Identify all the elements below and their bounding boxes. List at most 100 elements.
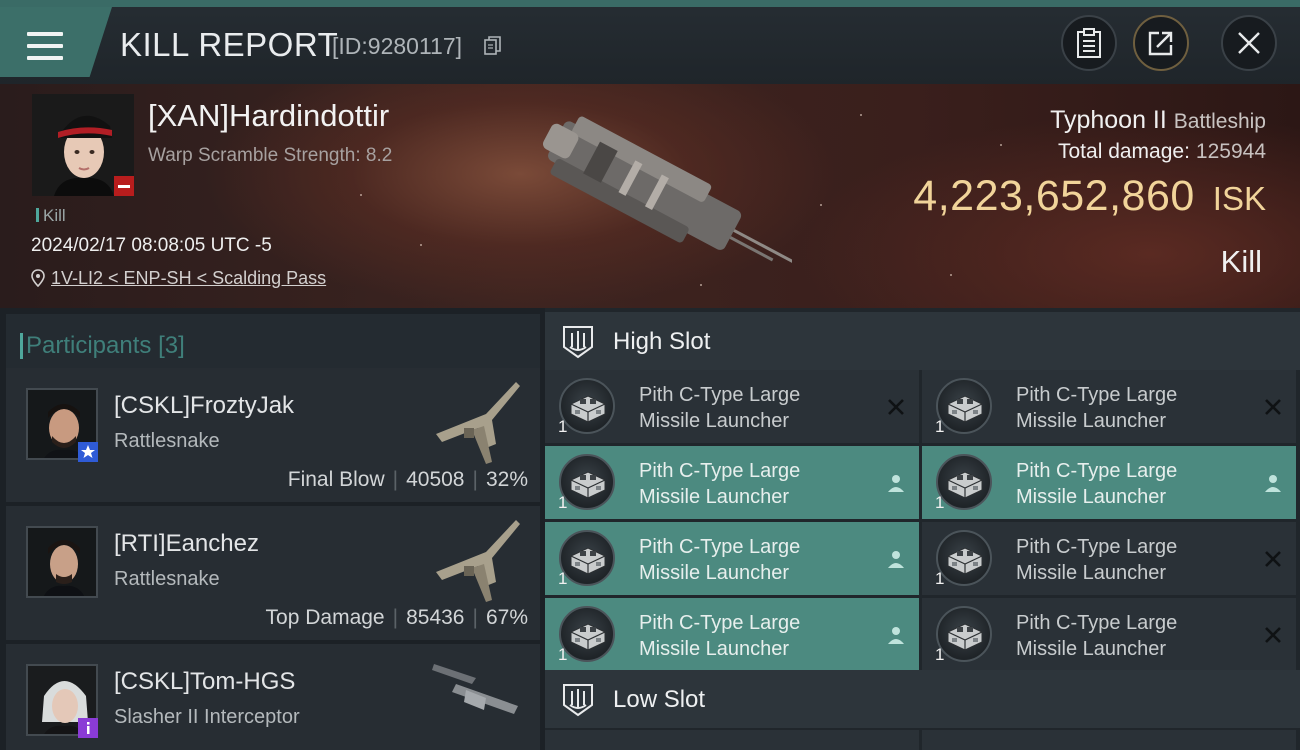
fitting-panel: High Slot 1 Pith C-Type Large Missile Laun…: [545, 308, 1300, 750]
low-slot-icon: [563, 684, 593, 717]
module-quantity: 1: [558, 569, 568, 588]
total-damage-label: Total damage:: [1058, 140, 1190, 163]
module-quantity: 1: [935, 569, 945, 588]
participant-stats: Top Damage | 85436 | 67%: [265, 606, 528, 629]
participant-damage: 40508: [406, 468, 465, 491]
share-icon: [1148, 31, 1173, 56]
kill-result-label: Kill: [1220, 244, 1262, 279]
kill-type-tag: Kill: [36, 206, 66, 226]
module-name: Pith C-Type Large Missile Launcher: [1016, 612, 1178, 660]
clipboard-icon: [1077, 28, 1101, 58]
participant-name: [CSKL]FroztyJak: [114, 392, 295, 419]
participant-percent: 32%: [485, 468, 528, 491]
participant-ship-image: [436, 520, 520, 602]
module-name: Pith C-Type Large Missile Launcher: [639, 536, 801, 584]
participant-name: [CSKL]Tom-HGS: [114, 668, 296, 695]
isk-value: 4,223,652,860 ISK: [913, 172, 1266, 221]
participants-title-label: Participants: [26, 332, 152, 359]
dropped-person-icon: [885, 472, 907, 494]
low-slot-module[interactable]: [922, 730, 1296, 750]
participants-panel: Participants [3] [CSKL]FroztyJak Rattles…: [0, 308, 545, 750]
victim-ship: Typhoon II Battleship: [1050, 106, 1266, 135]
participant-role: Top Damage: [265, 606, 385, 629]
hamburger-menu-icon: [27, 32, 63, 62]
high-slot-module[interactable]: 1 Pith C-Type Large Missile Launcher: [545, 522, 919, 595]
total-damage: Total damage: 125944: [1058, 140, 1266, 164]
victim-ship-name: Typhoon II: [1050, 106, 1167, 134]
participants-count: [3]: [158, 332, 185, 359]
isk-amount: 4,223,652,860: [913, 172, 1195, 220]
destroyed-x-icon: [1262, 548, 1284, 570]
module-quantity: 1: [558, 645, 568, 664]
participant-name: [RTI]Eanchez: [114, 530, 259, 557]
high-slot-module[interactable]: 1 Pith C-Type Large Missile Launcher: [545, 598, 919, 671]
low-slot-title: Low Slot: [613, 686, 706, 713]
high-slot-module[interactable]: 1 Pith C-Type Large Missile Launcher: [922, 446, 1296, 519]
victim-banner: [XAN]Hardindottir Warp Scramble Strength…: [0, 84, 1300, 308]
participant-stats: Final Blow | 40508 | 32%: [287, 468, 528, 491]
module-quantity: 1: [935, 493, 945, 512]
low-slot-module[interactable]: [545, 730, 919, 750]
victim-ship-image: [542, 116, 792, 265]
participant-percent: 67%: [485, 606, 528, 629]
module-name: Pith C-Type Large Missile Launcher: [639, 460, 801, 508]
destroyed-x-icon: [1262, 624, 1284, 646]
high-slot-module[interactable]: 1 Pith C-Type Large Missile Launcher: [922, 522, 1296, 595]
location-pin-icon: [31, 269, 45, 287]
participant-ship-image: [432, 664, 518, 714]
high-slot-module[interactable]: 1 Pith C-Type Large Missile Launcher: [545, 446, 919, 519]
module-quantity: 1: [558, 493, 568, 512]
page-title: KILL REPORT: [120, 26, 339, 63]
destroyed-x-icon: [1262, 396, 1284, 418]
clipboard-button[interactable]: [1061, 15, 1117, 71]
header-accent-line: [0, 0, 1300, 7]
close-icon: [1238, 32, 1260, 54]
module-name: Pith C-Type Large Missile Launcher: [1016, 536, 1178, 584]
participant-damage: 85436: [406, 606, 465, 629]
participant-card[interactable]: [RTI]Eanchez Rattlesnake Top Damage | 8543…: [6, 506, 540, 640]
isk-unit: ISK: [1212, 180, 1266, 217]
module-name: Pith C-Type Large Missile Launcher: [639, 612, 801, 660]
participant-role: Final Blow: [287, 468, 385, 491]
victim-ship-class: Battleship: [1173, 110, 1266, 133]
high-slot-header: High Slot: [545, 312, 1300, 370]
participant-ship-image: [436, 382, 520, 464]
header-bar: KILL REPORT [ID:9280117]: [0, 0, 1300, 84]
high-slot-title: High Slot: [613, 328, 711, 355]
star-badge-icon: [78, 442, 98, 462]
high-slot-module[interactable]: 1 Pith C-Type Large Missile Launcher: [545, 370, 919, 443]
high-slot-icon: [563, 326, 593, 359]
close-button[interactable]: [1221, 15, 1277, 71]
module-name: Pith C-Type Large Missile Launcher: [639, 384, 801, 432]
total-damage-value: 125944: [1195, 140, 1266, 163]
participants-header: Participants [3]: [6, 314, 540, 374]
module-name: Pith C-Type Large Missile Launcher: [1016, 460, 1178, 508]
module-quantity: 1: [558, 417, 568, 436]
copy-icon[interactable]: [484, 36, 502, 56]
participant-avatar: [26, 526, 98, 598]
warp-scramble-strength: Warp Scramble Strength: 8.2: [148, 145, 393, 166]
high-slot-module[interactable]: 1 Pith C-Type Large Missile Launcher: [922, 370, 1296, 443]
dropped-person-icon: [1262, 472, 1284, 494]
destroyed-x-icon: [885, 396, 907, 418]
participant-ship: Rattlesnake: [114, 430, 220, 452]
module-name: Pith C-Type Large Missile Launcher: [1016, 384, 1178, 432]
participant-ship: Slasher II Interceptor: [114, 706, 300, 728]
low-slot-header: Low Slot: [545, 670, 1300, 728]
high-slot-module[interactable]: 1 Pith C-Type Large Missile Launcher: [922, 598, 1296, 671]
victim-name[interactable]: [XAN]Hardindottir: [148, 98, 389, 134]
participant-ship: Rattlesnake: [114, 568, 220, 590]
participant-card[interactable]: [CSKL]Tom-HGS Slasher II Interceptor: [6, 644, 540, 750]
menu-button[interactable]: [0, 7, 112, 77]
kill-location-link[interactable]: 1V-LI2 < ENP-SH < Scalding Pass: [31, 268, 326, 289]
report-id: [ID:9280117]: [332, 33, 463, 59]
dropped-person-icon: [885, 624, 907, 646]
dropped-person-icon: [885, 548, 907, 570]
location-text: 1V-LI2 < ENP-SH < Scalding Pass: [51, 268, 327, 288]
victim-status-badge: [114, 176, 134, 196]
module-quantity: 1: [935, 645, 945, 664]
participant-card[interactable]: [CSKL]FroztyJak Rattlesnake Final Blow | 4…: [6, 368, 540, 502]
share-button[interactable]: [1133, 15, 1189, 71]
module-quantity: 1: [935, 417, 945, 436]
participants-title: Participants [3]: [20, 332, 185, 360]
